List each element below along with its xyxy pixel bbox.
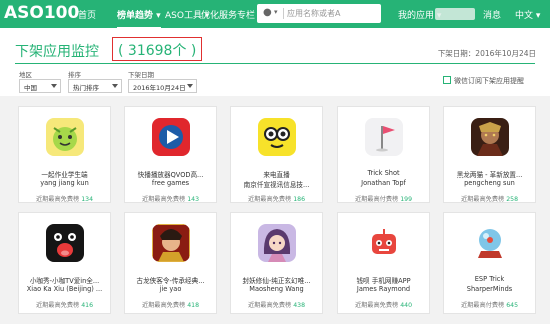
app-card[interactable]: 封妖修仙-纯正玄幻唯... Maosheng Wang 近期最高免费榜 438 [230, 212, 323, 314]
app-rank-stat: 近期最高免费榜 440 [354, 302, 413, 309]
app-card[interactable]: 来电直播 南京仟宣视讯信息技... 近期最高免费榜 186 [230, 106, 323, 203]
subscribe-checkbox[interactable] [443, 76, 451, 84]
rank-value: 438 [293, 302, 306, 309]
nav-column[interactable]: 专栏 [237, 8, 255, 21]
region-label: 地区 [19, 71, 32, 79]
app-developer: Jonathan Topf [361, 179, 406, 187]
sort-select[interactable]: 热门排序 [68, 79, 122, 93]
page-title: 下架应用监控 [15, 44, 99, 60]
date-select[interactable]: 2016年10月24日 [128, 79, 197, 93]
app-name: 古龙侠客令-传承经典... [136, 277, 205, 285]
app-developer: SharperMinds [466, 285, 513, 293]
app-rank-stat: 近期最高免费榜 416 [35, 302, 94, 309]
app-name: 来电直播 [263, 171, 290, 179]
crystal-icon [471, 224, 509, 262]
chevron-down-icon [51, 84, 57, 88]
app-name: Trick Shot [367, 169, 400, 177]
robot-icon [365, 224, 403, 262]
removed-count: ( 31698个 ) [112, 37, 203, 61]
app-card[interactable]: 一起作业学生端 yang jiang kun 近期最高免费榜 134 [18, 106, 111, 203]
language-selector[interactable]: 中文 ▾ [515, 8, 540, 21]
removed-date-label: 下架日期：2016年10月24日 [437, 49, 536, 58]
rank-value: 134 [81, 196, 94, 203]
top-nav-bar: ASO100 首页 榜单趋势 ▾ ASO工具 ▾ 优化服务 专栏 ● ▾ 我的应… [0, 0, 550, 29]
app-name: 钱呗 手机网赚APP [356, 277, 411, 285]
search-box[interactable]: ● ▾ [257, 4, 381, 23]
app-grid: 一起作业学生端 yang jiang kun 近期最高免费榜 134 快播播放器Q… [0, 96, 550, 324]
warrior-icon [471, 118, 509, 156]
rank-value: 199 [400, 196, 413, 203]
app-rank-stat: 近期最高免费榜 258 [460, 196, 519, 203]
play-icon [152, 118, 190, 156]
rank-value: 645 [506, 302, 519, 309]
apple-icon[interactable]: ● [263, 7, 272, 18]
app-rank-stat: 近期最高免费榜 438 [247, 302, 306, 309]
search-input[interactable] [287, 7, 375, 20]
nav-rank-trends[interactable]: 榜单趋势 ▾ [117, 8, 161, 29]
wechat-subscribe-toggle[interactable]: 微信订阅下架应用提醒 [443, 76, 524, 86]
app-developer: 南京仟宣视讯信息技... [243, 181, 310, 189]
subscribe-label: 微信订阅下架应用提醒 [454, 77, 524, 85]
app-developer: free games [151, 179, 190, 187]
app-rank-stat: 近期最高付费榜 199 [354, 196, 413, 203]
flag-icon [365, 118, 403, 156]
avatar[interactable] [435, 8, 475, 20]
messages-link[interactable]: 消息 [483, 8, 501, 21]
sort-label: 排序 [68, 71, 81, 79]
region-select[interactable]: 中国 [19, 79, 61, 93]
girl-icon [258, 224, 296, 262]
app-developer: Xiao Ka Xiu (Beijing) ... [26, 285, 103, 293]
hero-icon [152, 224, 190, 262]
app-name: 一起作业学生端 [41, 171, 88, 179]
date-value: 2016年10月24日 [133, 84, 186, 92]
rank-value: 440 [400, 302, 413, 309]
search-divider [283, 8, 284, 19]
app-card[interactable]: 黑龙两猫 - 革新放置... pengcheng sun 近期最高免费榜 258 [443, 106, 536, 203]
glasses-icon [258, 118, 296, 156]
app-developer: Maosheng Wang [249, 285, 304, 293]
rank-value: 186 [293, 196, 306, 203]
app-rank-stat: 近期最高免费榜 186 [247, 196, 306, 203]
app-developer: jie yao [159, 285, 182, 293]
app-card[interactable]: 小咖秀-小咖TV爱in全... Xiao Ka Xiu (Beijing) ..… [18, 212, 111, 314]
chevron-down-icon[interactable]: ▾ [274, 8, 278, 16]
app-card[interactable]: 快播播放器QVOD高... free games 近期最高免费榜 143 [124, 106, 217, 203]
nav-home[interactable]: 首页 [78, 8, 96, 21]
app-name: 快播播放器QVOD高... [137, 171, 204, 179]
app-card[interactable]: ESP Trick SharperMinds 近期最高付费榜 645 [443, 212, 536, 314]
mouth-icon [46, 224, 84, 262]
chevron-down-icon [112, 84, 118, 88]
app-rank-stat: 近期最高付费榜 645 [460, 302, 519, 309]
page-header: 下架应用监控 ( 31698个 ) 下架日期：2016年10月24日 [0, 28, 550, 64]
app-developer: James Raymond [356, 285, 411, 293]
app-developer: pengcheng sun [464, 179, 515, 187]
rank-value: 418 [187, 302, 200, 309]
app-developer: yang jiang kun [40, 179, 89, 187]
rank-value: 258 [506, 196, 519, 203]
filter-bar: 地区 中国 排序 热门排序 下架日期 2016年10月24日 微信订阅下架应用提… [0, 64, 550, 96]
rank-value: 143 [187, 196, 200, 203]
app-rank-stat: 近期最高免费榜 134 [35, 196, 94, 203]
rank-value: 416 [81, 302, 94, 309]
date-label: 下架日期 [128, 71, 154, 79]
sort-value: 热门排序 [73, 84, 99, 92]
app-card[interactable]: 钱呗 手机网赚APP James Raymond 近期最高免费榜 440 [337, 212, 430, 314]
app-name: ESP Trick [474, 275, 505, 283]
app-rank-stat: 近期最高免费榜 143 [141, 196, 200, 203]
app-rank-stat: 近期最高免费榜 418 [141, 302, 200, 309]
app-name: 封妖修仙-纯正玄幻唯... [242, 277, 311, 285]
nav-optimization-service[interactable]: 优化服务 [201, 8, 237, 21]
face-icon [46, 118, 84, 156]
region-value: 中国 [24, 84, 37, 92]
chevron-down-icon [187, 84, 193, 88]
app-name: 小咖秀-小咖TV爱in全... [29, 277, 100, 285]
app-card[interactable]: 古龙侠客令-传承经典... jie yao 近期最高免费榜 418 [124, 212, 217, 314]
app-name: 黑龙两猫 - 革新放置... [456, 171, 523, 179]
app-card[interactable]: Trick Shot Jonathan Topf 近期最高付费榜 199 [337, 106, 430, 203]
aso100-logo[interactable]: ASO100 [4, 3, 79, 23]
